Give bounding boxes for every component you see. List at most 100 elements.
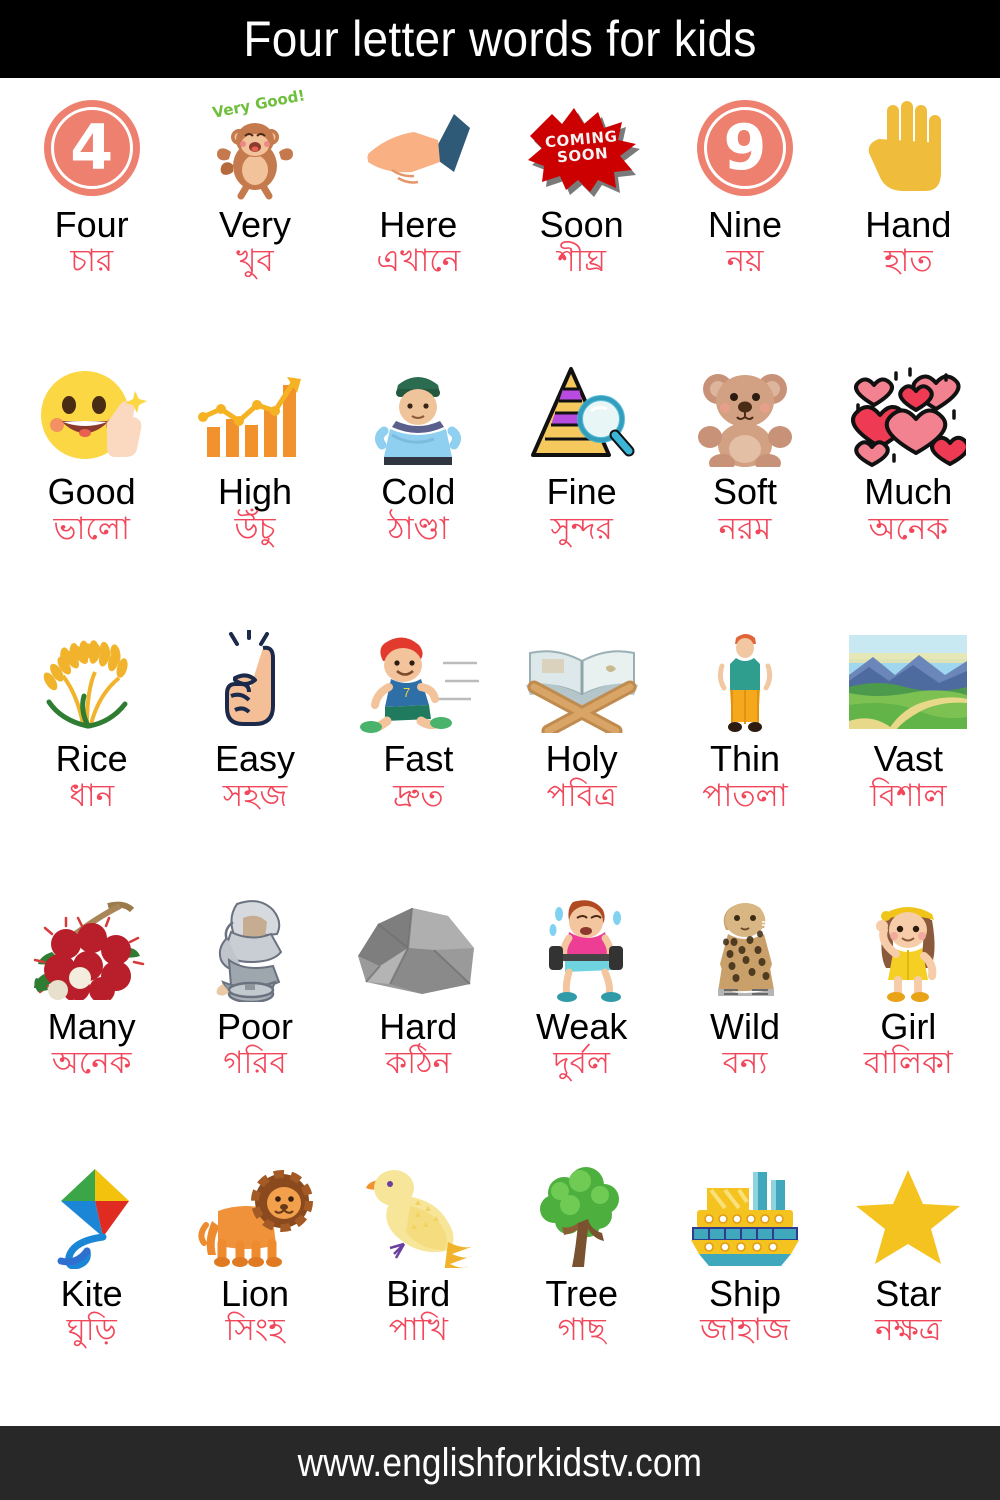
english-word: Tree — [545, 1272, 618, 1314]
poster-footer: www.englishforkidstv.com — [0, 1426, 1000, 1500]
star-icon — [856, 1169, 961, 1264]
number-four-badge-icon: 4 — [43, 100, 140, 196]
yellow-bird-icon — [366, 1169, 475, 1268]
rising-bar-chart-icon — [197, 377, 301, 458]
english-word: Soon — [539, 204, 624, 245]
smiley-thumbs-up-icon — [40, 371, 147, 460]
word-card-holy: Holy পবিত্র — [500, 620, 663, 887]
poster-root: Four letter words for kids 4 Four চার Very … — [0, 0, 1000, 1500]
word-card-fine: Fine সুন্দর — [500, 353, 663, 620]
english-word: Rice — [55, 738, 128, 780]
english-word: Nine — [707, 204, 783, 245]
word-illustration: 4 — [10, 94, 173, 202]
english-word: Hand — [865, 204, 952, 245]
word-illustration — [337, 896, 500, 1004]
word-card-easy: Easy সহজ — [173, 620, 336, 887]
word-illustration — [500, 628, 663, 736]
word-card-four: 4 Four চার — [10, 86, 173, 353]
word-card-hard: Hard কঠিন — [337, 888, 500, 1155]
leopard-icon — [717, 902, 776, 996]
english-word: Vast — [873, 738, 943, 780]
bengali-word: সুন্দর — [550, 510, 613, 547]
word-illustration — [10, 896, 173, 1004]
thin-man-icon — [717, 634, 773, 733]
english-word: High — [217, 471, 293, 513]
english-word: Wild — [709, 1005, 780, 1047]
word-card-wild: Wild বন্য — [663, 888, 826, 1155]
grey-rock-icon — [358, 907, 475, 994]
word-illustration — [827, 361, 990, 469]
ship-icon — [690, 1171, 799, 1266]
english-word: Star — [875, 1272, 942, 1314]
word-illustration — [337, 1163, 500, 1271]
running-boy-icon: 7 — [360, 637, 480, 734]
bengali-word: অনেক — [868, 510, 949, 547]
word-card-here: Here এখানে — [337, 86, 500, 353]
vast-landscape-icon — [849, 635, 968, 730]
word-illustration — [173, 896, 336, 1004]
weak-boy-dumbbell-icon — [548, 899, 623, 1002]
word-illustration — [500, 361, 663, 469]
word-card-many: Many অনেক — [10, 888, 173, 1155]
english-word: Easy — [214, 738, 296, 780]
english-word: Four — [54, 204, 129, 245]
english-word: Hard — [379, 1005, 458, 1047]
pointing-hand-icon — [367, 114, 471, 184]
number-nine-badge-icon: 9 — [696, 100, 793, 196]
bengali-word: পাখি — [388, 1312, 448, 1349]
bengali-word: বিশাল — [870, 777, 947, 814]
shivering-person-icon — [375, 377, 462, 466]
word-illustration — [663, 896, 826, 1004]
word-card-good: Good ভালো — [10, 353, 173, 620]
bengali-word: বন্য — [722, 1045, 768, 1082]
word-card-cold: Cold ঠাণ্ডা — [337, 353, 500, 620]
word-card-soft: Soft নরম — [663, 353, 826, 620]
bengali-word: জাহাজ — [700, 1312, 790, 1349]
word-illustration — [663, 1163, 826, 1271]
bengali-word: গরিব — [223, 1045, 287, 1082]
bengali-word: কঠিন — [385, 1045, 452, 1082]
poor-beggar-icon — [216, 899, 283, 1002]
coming-soon-burst-icon: Coming Soon — [522, 98, 642, 198]
word-illustration — [10, 628, 173, 736]
word-card-fast: 7 Fast দ্রুত — [337, 620, 500, 887]
bengali-word: অনেক — [51, 1045, 132, 1082]
word-illustration — [173, 1163, 336, 1271]
english-word: Good — [47, 471, 136, 513]
word-card-tree: Tree গাছ — [500, 1155, 663, 1422]
word-card-lion: Lion সিংহ — [173, 1155, 336, 1422]
english-word: Ship — [708, 1272, 782, 1314]
bengali-word: নক্ষত্র — [875, 1312, 942, 1349]
teddy-bear-icon — [697, 374, 792, 468]
snapping-fingers-icon — [224, 630, 275, 727]
bengali-word: দুর্বল — [553, 1045, 610, 1082]
bengali-word: সহজ — [222, 777, 288, 814]
english-word: Soft — [712, 471, 778, 513]
word-illustration — [173, 361, 336, 469]
word-card-girl: Girl বালিকা — [827, 888, 990, 1155]
bengali-word: বালিকা — [863, 1045, 953, 1082]
word-card-poor: Poor গরিব — [173, 888, 336, 1155]
word-card-bird: Bird পাখি — [337, 1155, 500, 1422]
word-illustration — [337, 361, 500, 469]
bengali-word: হাত — [884, 243, 933, 280]
bengali-word: চার — [70, 243, 114, 280]
word-illustration — [827, 896, 990, 1004]
word-card-rice: Rice ধান — [10, 620, 173, 887]
word-illustration — [663, 628, 826, 736]
rice-stalk-icon — [43, 640, 128, 729]
english-word: Much — [864, 471, 953, 513]
word-grid: 4 Four চার Very Good! Very খুব Here এখানে Coming… — [0, 78, 1000, 1426]
word-card-thin: Thin পাতলা — [663, 620, 826, 887]
word-illustration — [827, 628, 990, 736]
word-illustration: Very Good! — [173, 86, 336, 202]
english-word: Fast — [383, 738, 454, 780]
bengali-word: ঠাণ্ডা — [387, 510, 449, 547]
english-word: Thin — [709, 738, 780, 780]
holy-book-stand-icon — [525, 650, 638, 734]
word-card-ship: Ship জাহাজ — [663, 1155, 826, 1422]
page-title: Four letter words for kids — [243, 11, 757, 67]
lion-icon — [198, 1169, 313, 1267]
kite-icon — [57, 1168, 129, 1269]
english-word: Weak — [535, 1005, 628, 1047]
